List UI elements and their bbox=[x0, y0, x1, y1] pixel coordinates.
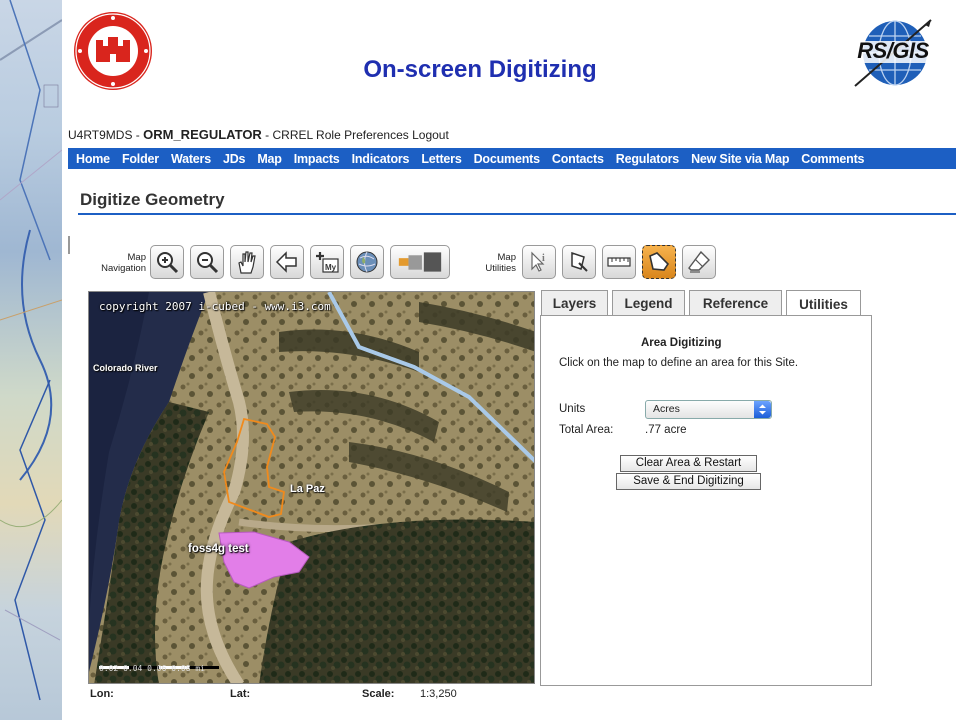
panel-title: Area Digitizing bbox=[641, 337, 722, 349]
tab-legend[interactable]: Legend bbox=[612, 290, 685, 316]
zoom-in-button[interactable] bbox=[150, 245, 184, 279]
tab-layers[interactable]: Layers bbox=[541, 290, 608, 316]
my-extent-icon: My bbox=[316, 252, 339, 273]
updown-arrow-icon bbox=[759, 404, 766, 415]
measure-ruler-icon bbox=[607, 257, 631, 267]
slide-title: On-screen Digitizing bbox=[363, 56, 597, 83]
zoom-out-icon bbox=[197, 252, 219, 274]
zoom-out-button[interactable] bbox=[190, 245, 224, 279]
select-button[interactable] bbox=[562, 245, 596, 279]
map-copyright: copyright 2007 i-cubed - www.i3.com bbox=[99, 300, 331, 313]
save-digitizing-button[interactable]: Save & End Digitizing bbox=[616, 473, 761, 490]
nav-map[interactable]: Map bbox=[251, 152, 287, 166]
panel-tabs: Layers Legend Reference Utilities bbox=[541, 290, 861, 317]
user-info-line: U4RT9MDS - ORM_REGULATOR - CRREL Role Pr… bbox=[68, 127, 449, 142]
latitude-label: Lat: bbox=[230, 688, 251, 700]
svg-text:i: i bbox=[542, 253, 545, 264]
nav-waters[interactable]: Waters bbox=[165, 152, 217, 166]
pan-button[interactable] bbox=[230, 245, 264, 279]
overview-toggle-button[interactable] bbox=[390, 245, 450, 279]
left-divider bbox=[68, 236, 70, 254]
clear-area-button[interactable]: Clear Area & Restart bbox=[620, 455, 757, 472]
total-area-value: .77 acre bbox=[645, 424, 687, 436]
layers-swap-icon bbox=[398, 252, 442, 272]
usace-logo bbox=[72, 10, 154, 92]
identify-icon: i bbox=[531, 251, 545, 272]
utilities-panel: Area Digitizing Click on the map to defi… bbox=[540, 315, 872, 686]
tab-reference[interactable]: Reference bbox=[689, 290, 782, 316]
map-navigation-label: Map Navigation bbox=[86, 252, 146, 274]
nav-jds[interactable]: JDs bbox=[217, 152, 251, 166]
river-label: Colorado River bbox=[93, 363, 158, 373]
full-extent-button[interactable] bbox=[350, 245, 384, 279]
user-id: U4RT9MDS - bbox=[68, 128, 144, 142]
panel-instructions: Click on the map to define an area for t… bbox=[559, 357, 799, 369]
nav-contacts[interactable]: Contacts bbox=[546, 152, 610, 166]
main-nav-bar: Home Folder Waters JDs Map Impacts Indic… bbox=[68, 148, 956, 169]
map-scale-bar: 0.02 0.04 0.06 0.08 mi bbox=[99, 664, 205, 673]
clear-eraser-icon bbox=[688, 250, 710, 273]
units-select[interactable]: Acres bbox=[645, 400, 772, 419]
heading-divider bbox=[78, 213, 956, 215]
page-heading: Digitize Geometry bbox=[80, 190, 225, 209]
map-utilities-label-line2: Utilities bbox=[485, 263, 516, 274]
scale-value: 1:3,250 bbox=[420, 688, 457, 700]
longitude-label: Lon: bbox=[90, 688, 114, 700]
pan-hand-icon bbox=[238, 251, 256, 274]
units-selected-value: Acres bbox=[653, 403, 680, 415]
previous-extent-button[interactable] bbox=[270, 245, 304, 279]
nav-comments[interactable]: Comments bbox=[795, 152, 870, 166]
nav-new-site-via-map[interactable]: New Site via Map bbox=[685, 152, 795, 166]
map-utilities-label: Map Utilities bbox=[468, 252, 516, 274]
map-utilities-label-line1: Map bbox=[497, 252, 516, 263]
nav-indicators[interactable]: Indicators bbox=[346, 152, 416, 166]
user-role: ORM_REGULATOR bbox=[143, 127, 262, 142]
tab-utilities[interactable]: Utilities bbox=[786, 290, 861, 317]
map-canvas[interactable]: copyright 2007 i-cubed - www.i3.com Colo… bbox=[88, 291, 535, 684]
decorative-map-strip bbox=[0, 0, 62, 720]
nav-folder[interactable]: Folder bbox=[116, 152, 165, 166]
zoom-in-icon bbox=[157, 252, 179, 274]
clear-graphics-button[interactable] bbox=[682, 245, 716, 279]
area-digitize-icon bbox=[649, 252, 670, 271]
nav-regulators[interactable]: Regulators bbox=[610, 152, 685, 166]
map-navigation-label-line1: Map bbox=[127, 252, 146, 263]
rsgis-logo: RS/GIS bbox=[845, 16, 941, 90]
slide: On-screen Digitizing RS/GIS U4RT9MDS - O… bbox=[0, 0, 960, 720]
area-digitize-button[interactable] bbox=[642, 245, 676, 279]
back-arrow-icon bbox=[275, 251, 297, 273]
units-dropdown-arrow[interactable] bbox=[754, 401, 771, 418]
svg-text:My: My bbox=[325, 263, 337, 272]
rsgis-logo-text: RS/GIS bbox=[857, 38, 929, 63]
place-label: La Paz bbox=[290, 483, 325, 495]
select-icon bbox=[571, 251, 588, 272]
nav-impacts[interactable]: Impacts bbox=[288, 152, 346, 166]
globe-icon bbox=[356, 251, 378, 273]
user-links: - CRREL Role Preferences Logout bbox=[261, 128, 449, 142]
scale-label: Scale: bbox=[362, 688, 395, 700]
nav-documents[interactable]: Documents bbox=[468, 152, 546, 166]
map-navigation-label-line2: Navigation bbox=[101, 263, 146, 274]
polygon-label: foss4g test bbox=[188, 543, 249, 555]
nav-home[interactable]: Home bbox=[70, 152, 116, 166]
measure-button[interactable] bbox=[602, 245, 636, 279]
my-extent-button[interactable]: My bbox=[310, 245, 344, 279]
identify-button[interactable]: i bbox=[522, 245, 556, 279]
units-label: Units bbox=[559, 403, 586, 415]
total-area-label: Total Area: bbox=[559, 424, 614, 436]
nav-letters[interactable]: Letters bbox=[415, 152, 467, 166]
